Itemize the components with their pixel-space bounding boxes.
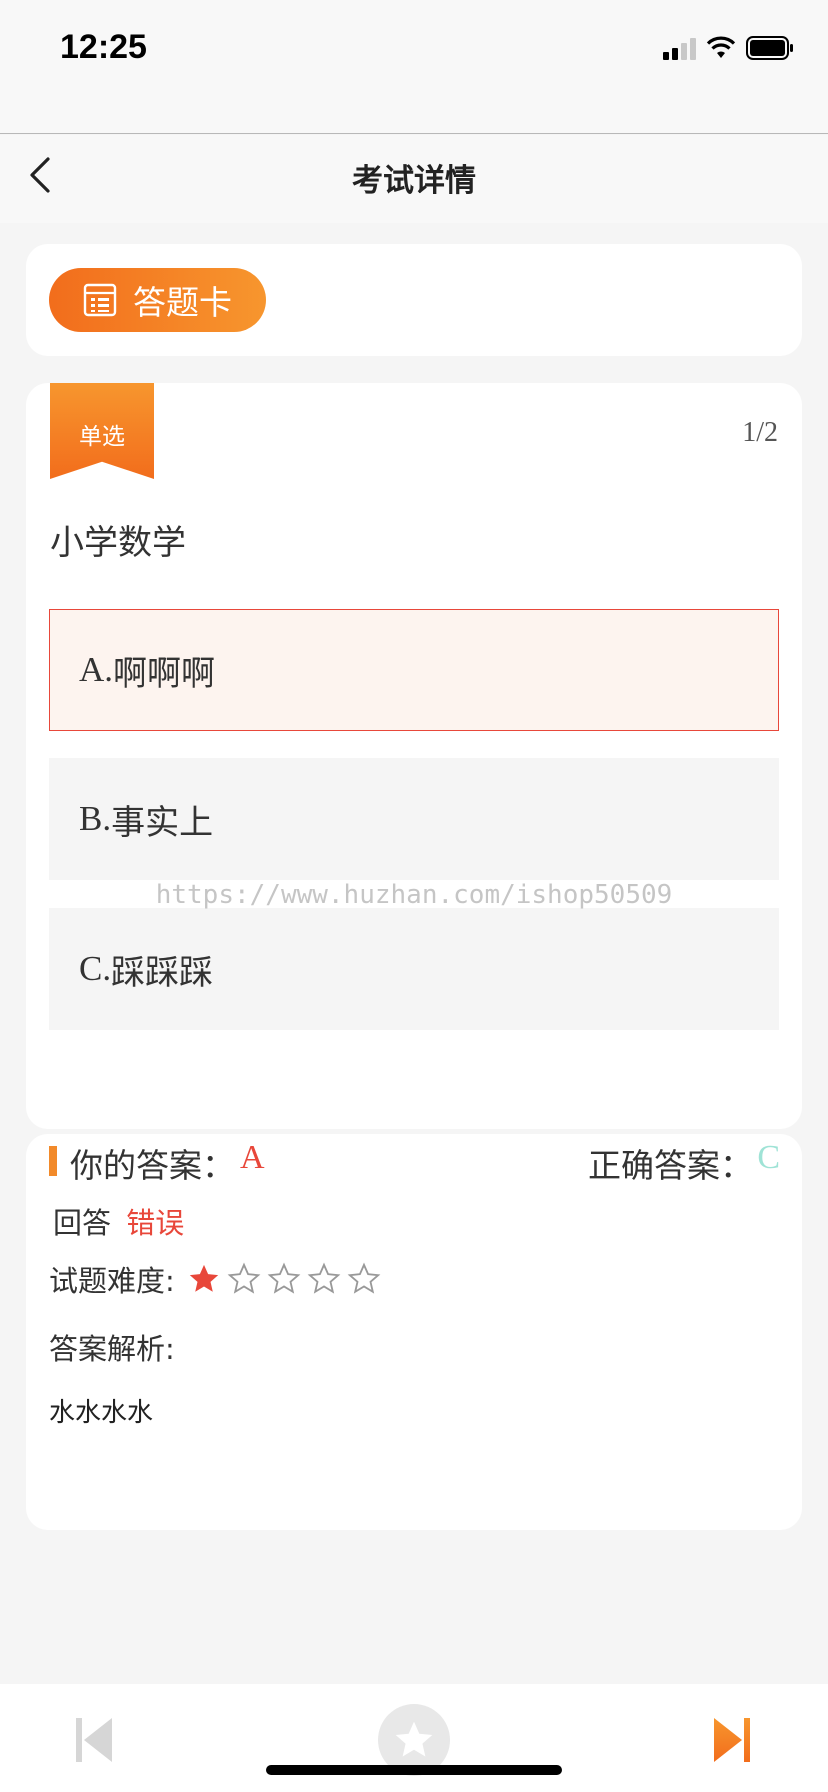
cellular-signal-icon	[663, 36, 696, 60]
status-time: 12:25	[60, 28, 147, 66]
option-letter: A.	[79, 650, 114, 689]
navigation-bar: 考试详情	[0, 135, 828, 223]
your-answer-value: A	[240, 1139, 265, 1176]
your-answer-label: 你的答案：	[70, 1146, 235, 1185]
result-card: 你的答案： A 正确答案： C 回答 错误 试题难度: 答案解析: 水水水水	[26, 1134, 802, 1530]
answer-sheet-card: 答题卡	[26, 244, 802, 356]
watermark: https://www.huzhan.com/ishop50509	[155, 880, 673, 910]
correct-answer-value: C	[757, 1139, 780, 1176]
exam-detail-page: 12:25 考试详情 答题卡 单选 1/2 小学数学 A. 啊啊啊 B. 事实上…	[0, 0, 828, 1792]
status-icons	[663, 36, 794, 60]
bottom-toolbar	[0, 1684, 828, 1792]
star-empty-icon	[307, 1262, 341, 1294]
analysis-text: 水水水水	[49, 1398, 154, 1428]
difficulty-row: 试题难度:	[49, 1258, 387, 1300]
question-text: 小学数学	[50, 523, 186, 563]
answer-result-row: 回答 错误	[53, 1200, 184, 1242]
star-empty-icon	[227, 1262, 261, 1294]
option-c[interactable]: C. 踩踩踩	[49, 908, 779, 1030]
battery-icon	[746, 36, 793, 60]
star-filled-icon	[189, 1264, 218, 1292]
option-text: 事实上	[111, 802, 214, 843]
status-bar: 12:25	[0, 0, 828, 134]
skip-next-icon	[714, 1718, 750, 1762]
answer-sheet-button[interactable]: 答题卡	[49, 268, 266, 332]
option-letter: C.	[79, 949, 112, 988]
next-question-button[interactable]	[710, 1714, 754, 1766]
option-text: 啊啊啊	[113, 653, 216, 694]
answer-result: 错误	[126, 1206, 185, 1240]
skip-previous-icon	[76, 1718, 112, 1762]
option-a[interactable]: A. 啊啊啊	[49, 609, 779, 731]
home-indicator	[266, 1765, 562, 1775]
correct-answer-label: 正确答案：	[588, 1146, 753, 1185]
difficulty-stars	[187, 1262, 387, 1296]
option-b[interactable]: B. 事实上	[49, 758, 779, 880]
section-accent-bar	[49, 1146, 57, 1176]
question-card: 单选 1/2 小学数学 A. 啊啊啊 B. 事实上 C. 踩踩踩	[26, 383, 802, 1129]
wifi-icon	[706, 36, 736, 58]
page-title: 考试详情	[352, 163, 476, 199]
star-empty-icon	[267, 1262, 301, 1294]
option-text: 踩踩踩	[111, 952, 214, 993]
star-empty-icon	[347, 1262, 381, 1294]
option-letter: B.	[79, 799, 112, 838]
question-type-tag: 单选	[50, 383, 154, 479]
grid-list-icon	[83, 283, 117, 317]
analysis-label: 答案解析:	[49, 1332, 175, 1366]
answer-label: 回答	[53, 1206, 112, 1240]
star-icon	[395, 1721, 433, 1757]
difficulty-label: 试题难度:	[49, 1264, 175, 1298]
answer-sheet-label: 答题卡	[133, 283, 232, 322]
previous-question-button[interactable]	[72, 1714, 116, 1766]
question-progress: 1/2	[742, 417, 778, 448]
